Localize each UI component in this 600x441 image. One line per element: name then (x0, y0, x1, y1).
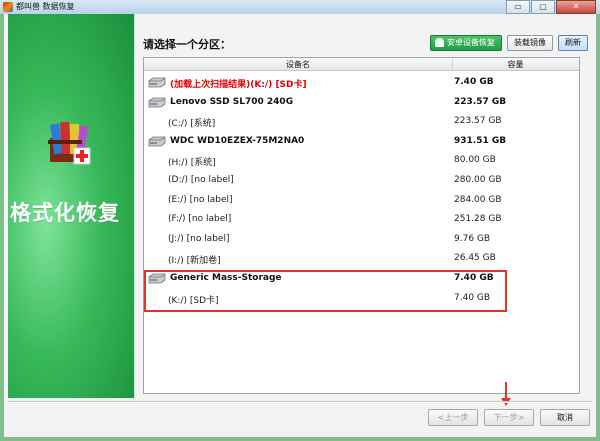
table-header: 设备名 容量 (144, 58, 579, 71)
device-capacity: 9.76 GB (454, 233, 491, 244)
partition-row[interactable]: (F:/) [no label] 251.28 GB (144, 210, 579, 229)
partition-row[interactable]: (E:/) [no label] 284.00 GB (144, 191, 579, 210)
disk-row[interactable]: WDC WD10EZEX-75M2NA0 931.51 GB (144, 132, 579, 151)
device-name: (H:/) [系统] (168, 158, 216, 169)
disk-row[interactable]: Lenovo SSD SL700 240G 223.57 GB (144, 93, 579, 112)
hard-disk-icon (147, 77, 167, 88)
window-title: 都叫兽 数据恢复 (16, 2, 75, 11)
footer-buttons: <上一步 下一步> 取消 (428, 409, 590, 426)
android-recovery-button[interactable]: 安卓设备恢复 (430, 35, 502, 51)
hard-disk-icon (147, 97, 167, 108)
app-window: 都叫兽 数据恢复 ▭ ▢ ✕ 格式化恢复 请选择一个分区： 安卓设备恢复 装载镜… (0, 0, 600, 441)
partition-row[interactable]: (I:/) [新加卷] 26.45 GB (144, 249, 579, 268)
device-capacity: 931.51 GB (454, 135, 507, 146)
device-capacity: 280.00 GB (454, 175, 502, 185)
device-name: (E:/) [no label] (168, 194, 233, 205)
minimize-button[interactable]: ▭ (506, 0, 530, 14)
restore-button[interactable]: ▢ (531, 0, 555, 14)
device-capacity: 251.28 GB (454, 214, 502, 225)
device-capacity: 26.45 GB (454, 253, 496, 264)
column-capacity[interactable]: 容量 (452, 59, 579, 70)
footer-divider-highlight (8, 402, 592, 403)
android-icon (435, 38, 444, 47)
partition-row[interactable]: (C:/) [系统] 223.57 GB (144, 112, 579, 131)
device-capacity: 80.00 GB (454, 155, 496, 166)
partition-row[interactable]: (H:/) [系统] 80.00 GB (144, 151, 579, 170)
selection-highlight-box (144, 270, 507, 312)
partition-row[interactable]: (J:/) [no label] 9.76 GB (144, 230, 579, 249)
disk-row[interactable]: (加载上次扫描结果)(K:/) [SD卡] 7.40 GB (144, 73, 579, 92)
next-button[interactable]: 下一步> (484, 409, 534, 426)
column-device-name[interactable]: 设备名 (144, 59, 453, 70)
close-button[interactable]: ✕ (556, 0, 596, 14)
device-name: WDC WD10EZEX-75M2NA0 (170, 135, 305, 146)
app-icon (3, 2, 13, 12)
window-controls: ▭ ▢ ✕ (505, 0, 596, 14)
left-panel: 格式化恢复 (8, 14, 135, 398)
device-name: Lenovo SSD SL700 240G (170, 96, 294, 107)
device-name: (D:/) [no label] (168, 175, 234, 185)
title-bar[interactable]: 都叫兽 数据恢复 ▭ ▢ ✕ (0, 0, 600, 14)
device-capacity: 284.00 GB (454, 194, 502, 205)
device-name: (J:/) [no label] (168, 233, 230, 244)
page-title: 请选择一个分区： (143, 38, 231, 51)
device-name: (C:/) [系统] (168, 119, 216, 130)
device-capacity: 223.57 GB (454, 96, 507, 107)
device-capacity: 7.40 GB (454, 77, 494, 87)
top-toolbar: 安卓设备恢复 装载镜像 刷新 (430, 35, 588, 51)
device-name: (加载上次扫描结果)(K:/) [SD卡] (170, 80, 307, 90)
partition-row[interactable]: (D:/) [no label] 280.00 GB (144, 171, 579, 190)
hard-disk-icon (147, 136, 167, 147)
winrar-books-icon (48, 121, 91, 165)
device-name: (I:/) [新加卷] (168, 256, 221, 267)
refresh-button[interactable]: 刷新 (558, 35, 588, 51)
device-name: (F:/) [no label] (168, 214, 232, 225)
partition-table: 设备名 容量 (加载上次扫描结果)(K:/) [SD卡] 7.40 GB Lenov… (143, 57, 580, 394)
mount-image-button[interactable]: 装载镜像 (507, 35, 553, 51)
android-recovery-label: 安卓设备恢复 (447, 38, 495, 47)
device-capacity: 223.57 GB (454, 116, 502, 127)
cancel-button[interactable]: 取消 (540, 409, 590, 426)
mode-title: 格式化恢复 (10, 201, 120, 225)
prev-button[interactable]: <上一步 (428, 409, 478, 426)
